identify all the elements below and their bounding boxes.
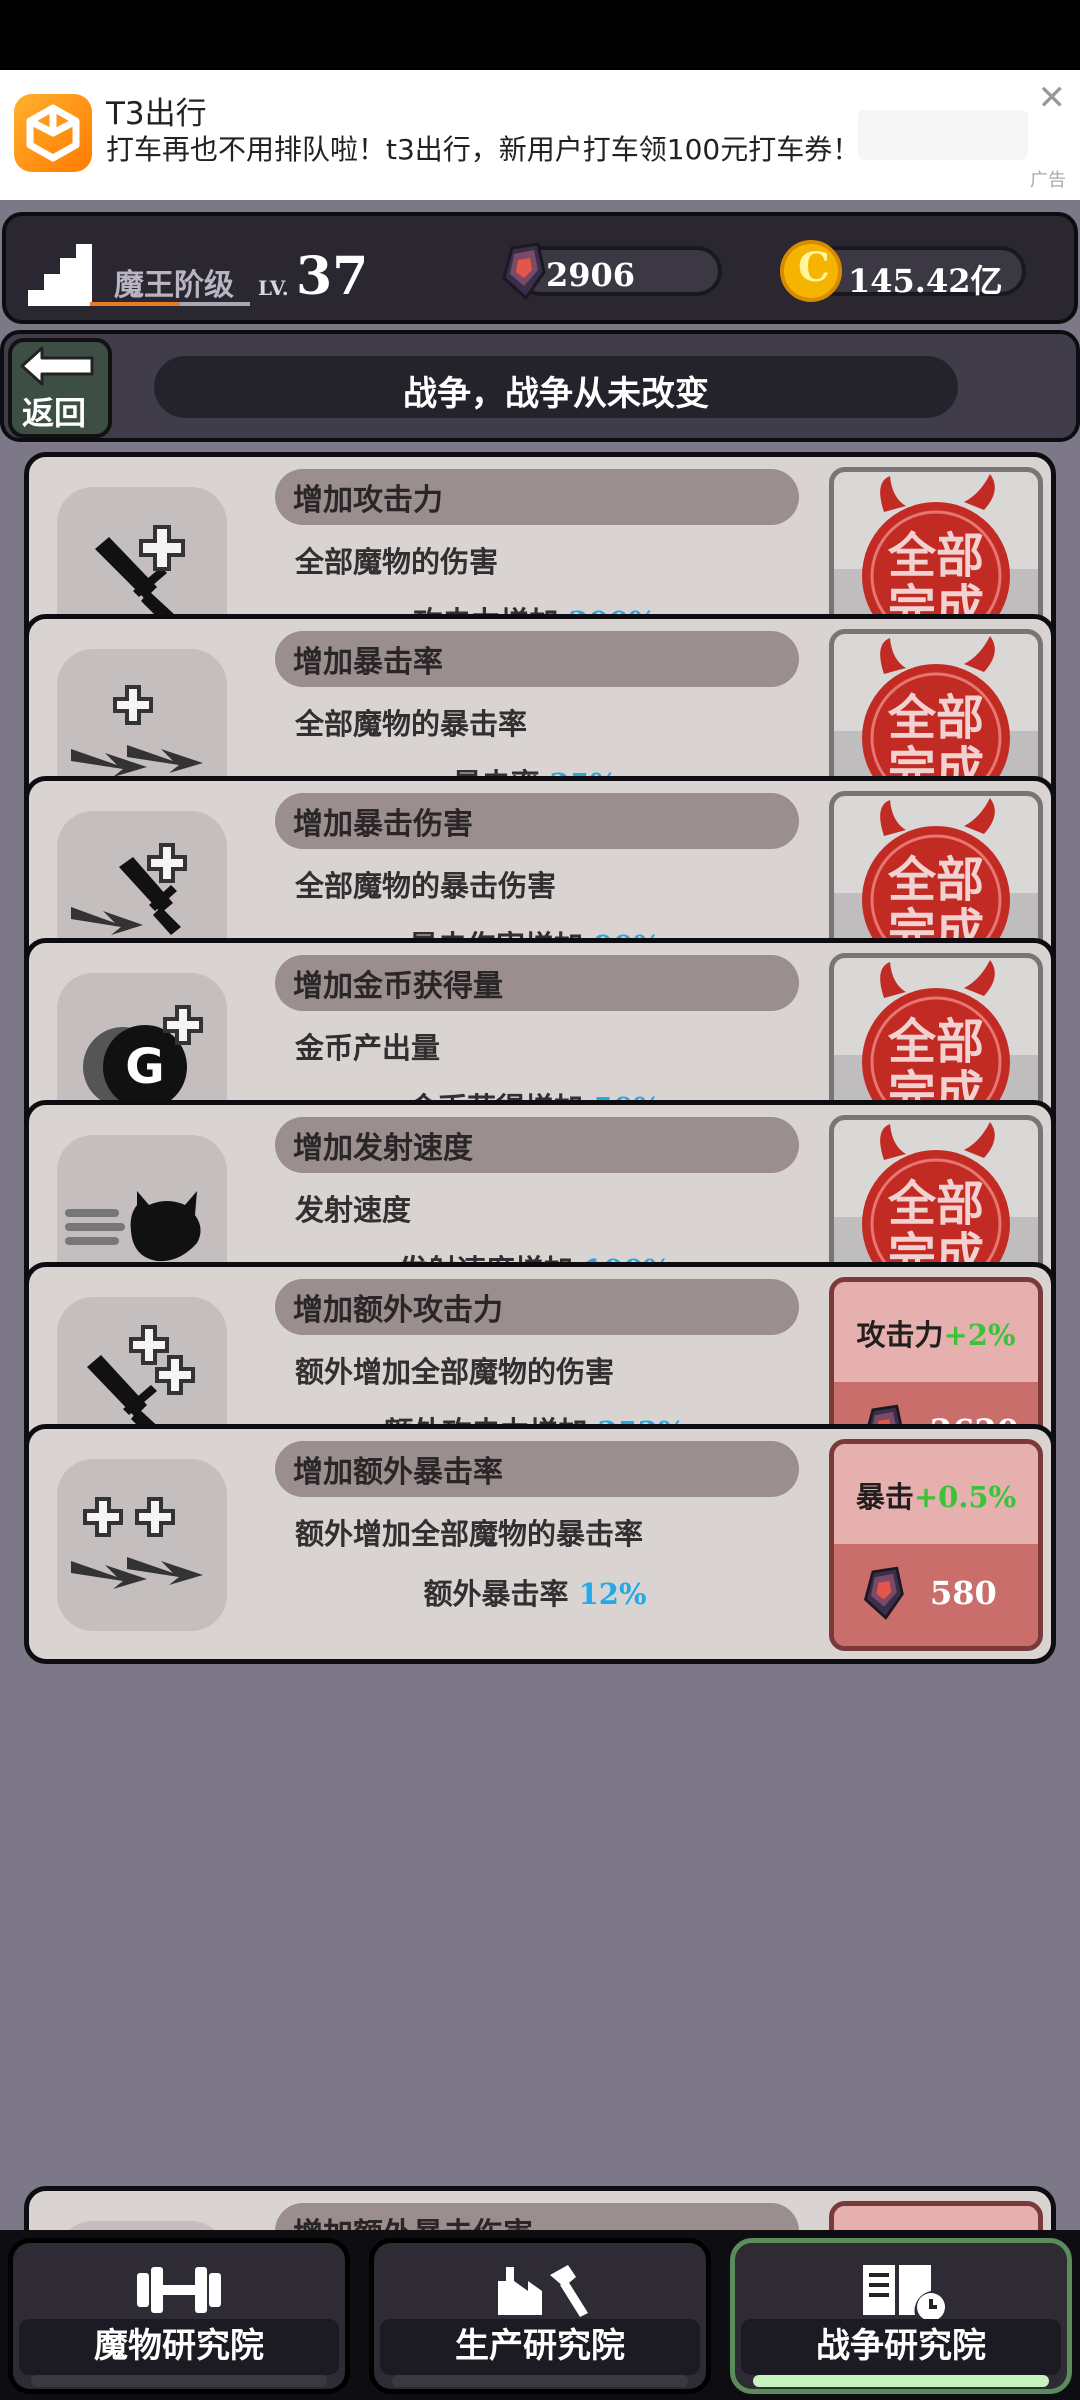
research-description: 全部魔物的暴击率 (295, 707, 528, 741)
research-description: 额外增加全部魔物的暴击率 (295, 1517, 644, 1551)
research-icon-box (57, 1459, 227, 1631)
ad-description[interactable]: 打车再也不用排队啦！t3出行，新用户打车领100元打车券！ (106, 128, 860, 168)
status-bar (0, 0, 1080, 70)
dumbbell-icon (137, 2267, 221, 2313)
nav-label[interactable]: 魔物研究院 (13, 2318, 345, 2367)
research-title: 增加暴击伤害 (293, 807, 473, 842)
research-title: 增加金币获得量 (293, 969, 503, 1004)
ad-cta-button[interactable] (858, 110, 1028, 160)
bonus-label: 暴击 (855, 1480, 914, 1514)
svg-text:G: G (125, 1039, 164, 1095)
research-description: 金币产出量 (295, 1031, 441, 1065)
upgrade-bonus[interactable]: 攻击力+2% (834, 1312, 1038, 1354)
research-title: 增加发射速度 (293, 1131, 473, 1166)
research-card: 增加额外暴击伤害 (24, 2186, 1056, 2230)
research-title: 增加额外攻击力 (293, 1293, 503, 1328)
ad-close-icon[interactable]: ✕ (1038, 78, 1067, 118)
research-description: 额外增加全部魔物的伤害 (295, 1355, 615, 1389)
bonus-label: 攻击力 (856, 1318, 944, 1352)
nav-label[interactable]: 生产研究院 (374, 2318, 706, 2367)
nav-label[interactable]: 战争研究院 (735, 2318, 1067, 2367)
ad-tag: 广告 (1030, 170, 1066, 191)
nav-indicator (31, 2375, 327, 2387)
upgrade-button[interactable]: 暴击+0.5% 580 (829, 1439, 1043, 1651)
ad-title[interactable]: T3出行 (106, 88, 207, 133)
level-prefix: LV. (258, 276, 289, 300)
research-title: 增加暴击率 (293, 645, 443, 680)
rank-label: 魔王阶级 (114, 268, 234, 303)
rank-progress-fill (90, 302, 180, 306)
gem-value: 2906 (546, 256, 636, 294)
research-description: 发射速度 (295, 1193, 412, 1227)
bonus-value: +0.5% (913, 1480, 1017, 1514)
research-stat: 额外暴击率 12% (275, 1571, 795, 1613)
gem-icon (863, 1566, 904, 1620)
research-description: 全部魔物的暴击伤害 (295, 869, 557, 903)
t3-app-icon[interactable] (14, 94, 92, 172)
nav-production-lab[interactable]: 生产研究院 (369, 2238, 711, 2394)
upgrade-bonus[interactable]: 暴击+0.5% (834, 1474, 1038, 1516)
level-value: 37 (296, 246, 369, 307)
upgrade-cost: 580 (930, 1574, 997, 1612)
crit-arrows-double-plus-icon (71, 1497, 203, 1589)
upgrade-bonus-area[interactable] (834, 2206, 1038, 2230)
back-label[interactable]: 返回 (22, 388, 86, 434)
research-card: 增加额外暴击率 额外增加全部魔物的暴击率 额外暴击率 12% 暴击+0.5% 5… (24, 1424, 1056, 1664)
nav-monster-lab[interactable]: 魔物研究院 (8, 2238, 350, 2394)
bonus-value: +2% (943, 1318, 1016, 1352)
player-stats-bar: 魔王阶级 LV. 37 2906 C 145.42亿 (2, 212, 1078, 324)
stat-label: 额外暴击率 (423, 1577, 579, 1611)
research-title: 增加攻击力 (293, 483, 443, 518)
back-arrow-icon[interactable] (18, 344, 98, 388)
nav-active-indicator (753, 2375, 1049, 2387)
gold-coin-glyph: C (798, 244, 830, 291)
factory-hammer-icon (498, 2265, 588, 2317)
book-clock-icon (863, 2265, 945, 2321)
page-title: 战争，战争从未改变 (403, 374, 709, 414)
coin-value: 145.42亿 (848, 262, 1003, 300)
ad-banner[interactable]: T3出行 打车再也不用排队啦！t3出行，新用户打车领100元打车券！ ✕ 广告 (0, 70, 1080, 200)
research-list[interactable]: 增加攻击力 全部魔物的伤害 攻击力增加 200% 全部完成 增加暴击率 全部魔物… (0, 448, 1080, 2230)
rank-stairs-icon (28, 244, 92, 306)
research-icon-box (57, 2221, 227, 2230)
gem-icon (502, 242, 546, 300)
research-title: 增加额外暴击伤害 (293, 2209, 533, 2230)
nav-war-lab[interactable]: 战争研究院 (730, 2238, 1072, 2394)
upgrade-button[interactable] (829, 2201, 1043, 2230)
research-title: 增加额外暴击率 (293, 1455, 503, 1490)
stat-value: 12% (578, 1577, 647, 1611)
research-description: 全部魔物的伤害 (295, 545, 499, 579)
nav-indicator (392, 2375, 688, 2387)
